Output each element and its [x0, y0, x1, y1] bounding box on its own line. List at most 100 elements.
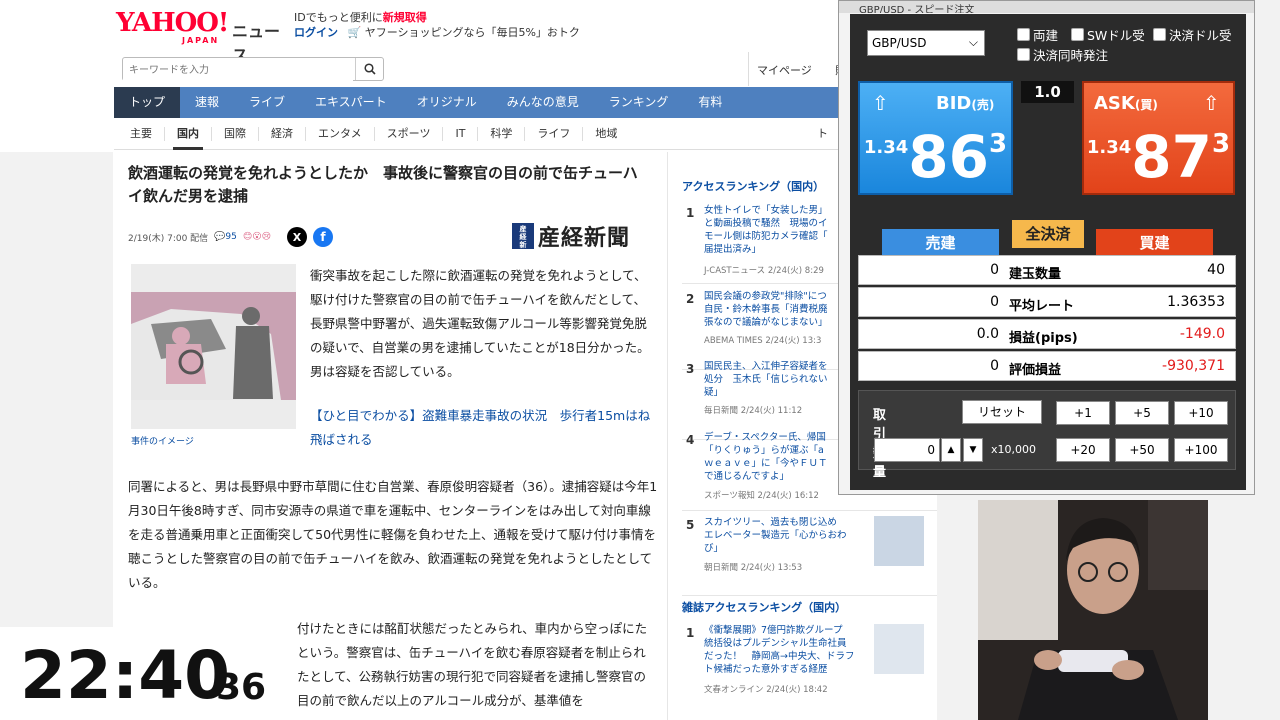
buy-open-button[interactable]: 買建 [1096, 229, 1213, 257]
qty-plus-100-button[interactable]: +100 [1174, 438, 1228, 462]
gnav-ranking[interactable]: ランキング [594, 87, 684, 118]
shopping-promo-link[interactable]: ヤフーショッピングなら「毎日5%」おトク [365, 26, 580, 39]
ranking-source: 文春オンライン 2/24(火) 18:42 [704, 685, 828, 695]
cat-main[interactable]: 主要 [114, 127, 164, 141]
facebook-share-icon[interactable]: f [313, 227, 333, 247]
sell-value: 0 [990, 358, 999, 374]
option-settle-usd[interactable]: 決済ドル受 [1153, 25, 1232, 44]
qty-plus-10-button[interactable]: +10 [1174, 401, 1228, 425]
checkbox[interactable] [1017, 48, 1030, 61]
ranking-heading: アクセスランキング（国内） [682, 180, 825, 193]
row-label: 平均レート [1009, 299, 1075, 314]
ranking-source: ABEMA TIMES 2/24(火) 13:3 [704, 336, 822, 346]
close-all-button[interactable]: 全決済 [1012, 220, 1084, 248]
ranking-number: 1 [686, 626, 695, 640]
qty-up-icon[interactable]: ▲ [941, 438, 961, 462]
source-name: 産経新聞 [538, 225, 631, 251]
search-input[interactable] [123, 59, 353, 82]
sankei-mark-icon: 産経新 [512, 223, 534, 249]
option-label: 両建 [1033, 28, 1059, 43]
option-sw-usd[interactable]: SWドル受 [1071, 25, 1145, 44]
qty-plus-20-button[interactable]: +20 [1056, 438, 1110, 462]
currency-pair-select[interactable]: GBP/USD ⌵ [867, 30, 985, 56]
qty-plus-1-button[interactable]: +1 [1056, 401, 1110, 425]
mypage-link[interactable]: マイページ 購 [748, 52, 848, 86]
search-button[interactable] [355, 58, 383, 80]
cat-domestic[interactable]: 国内 [164, 126, 211, 150]
ranking-source: 毎日新聞 2/24(火) 11:12 [704, 406, 803, 416]
magazine-ranking-heading: 雑誌アクセスランキング（国内） [682, 601, 847, 614]
option-simultaneous[interactable]: 決済同時発注 [1017, 45, 1108, 64]
related-article-link[interactable]: 【ひと目でわかる】盗難車暴走事故の状況 歩行者15mはね飛ばされる [310, 404, 655, 452]
ranking-source: 朝日新聞 2/24(火) 13:53 [704, 563, 803, 573]
webcam-overlay [978, 500, 1208, 720]
cat-entertainment[interactable]: エンタメ [305, 126, 374, 141]
login-link[interactable]: ログイン [294, 26, 338, 39]
buy-value: 40 [1207, 262, 1225, 278]
option-label: 決済ドル受 [1169, 28, 1232, 43]
sell-value: 0 [990, 262, 999, 278]
car-illustration [131, 264, 296, 429]
comment-icon: 💬 [214, 232, 226, 242]
clock-hours-minutes: 22:40 [20, 637, 231, 714]
position-row: 0 建玉数量 40 [858, 255, 1236, 285]
gnav-top[interactable]: トップ [114, 87, 181, 118]
qty-plus-5-button[interactable]: +5 [1115, 401, 1169, 425]
article-date: 2/19(木) 7:00 配信 [128, 233, 209, 244]
streamer-image [978, 500, 1208, 720]
reaction-icons[interactable]: 😊😮😢 [243, 232, 271, 242]
ranking-item[interactable]: 5 スカイツリー、過去も閉じ込め エレベーター製造元「心からおわ び」 朝日新聞… [682, 516, 937, 596]
ask-price: 1.34873 [1084, 123, 1233, 191]
signup-link[interactable]: 新規取得 [383, 11, 427, 24]
checkbox[interactable] [1017, 28, 1030, 41]
promo-signup: IDでもっと便利に新規取得 [294, 9, 427, 25]
cat-life[interactable]: ライフ [524, 126, 582, 141]
global-nav: トップ 速報 ライブ エキスパート オリジナル みんなの意見 ランキング 有料 [114, 87, 840, 118]
gnav-original[interactable]: オリジナル [402, 87, 492, 118]
gnav-breaking[interactable]: 速報 [180, 87, 234, 118]
position-row: 0.0 損益(pips) -149.0 [858, 319, 1236, 349]
comment-number: 95 [225, 232, 237, 242]
x-share-icon[interactable]: X [287, 227, 307, 247]
checkbox[interactable] [1153, 28, 1166, 41]
ranking-number: 1 [686, 206, 695, 220]
source-logo[interactable]: 産経新 産経新聞 [512, 220, 630, 252]
quantity-multiplier: x10,000 [991, 443, 1036, 456]
cat-sports[interactable]: スポーツ [373, 126, 443, 141]
checkbox[interactable] [1071, 28, 1084, 41]
magazine-ranking-item[interactable]: 1 《衝撃展開》7億円詐欺グループ 統括役はプルデンシャル生命社員 だった！ 静… [682, 624, 937, 704]
logo-yahoo: YAHOO! [116, 8, 229, 38]
qty-plus-50-button[interactable]: +50 [1115, 438, 1169, 462]
ask-button[interactable]: ASK(買) ⇧ 1.34873 [1082, 81, 1235, 195]
gnav-opinion[interactable]: みんなの意見 [492, 87, 594, 118]
option-hedge[interactable]: 両建 [1017, 25, 1058, 44]
cat-science[interactable]: 科学 [477, 126, 524, 141]
cart-icon: 🛒 [347, 26, 362, 39]
sell-open-button[interactable]: 売建 [882, 229, 999, 257]
comment-count[interactable]: 💬95 [214, 232, 237, 242]
article-image[interactable] [131, 264, 296, 429]
cat-economy[interactable]: 経済 [258, 126, 305, 141]
bid-button[interactable]: ⇧ BID(売) 1.34863 [858, 81, 1013, 195]
cat-international[interactable]: 国際 [211, 126, 258, 141]
logo-japan: JAPAN [182, 36, 220, 45]
gnav-live[interactable]: ライブ [234, 87, 300, 118]
search-icon [363, 63, 376, 75]
gnav-paid[interactable]: 有料 [683, 87, 737, 118]
clock-seconds: 36 [216, 667, 267, 708]
reset-button[interactable]: リセット [962, 400, 1042, 424]
screen: YAHOO! JAPAN ニュース IDでもっと便利に新規取得 ログイン 🛒 ヤ… [0, 0, 1280, 720]
fx-title-bar: GBP/USD - スピード注文 [839, 1, 1254, 13]
yahoo-news-logo[interactable]: YAHOO! JAPAN ニュース [116, 8, 286, 65]
ranking-thumbnail [874, 624, 924, 674]
quantity-input[interactable]: 0 [874, 438, 940, 462]
qty-down-icon[interactable]: ▼ [963, 438, 983, 462]
currency-pair-value: GBP/USD [872, 36, 927, 50]
category-nav: 主要 国内 国際 経済 エンタメ スポーツ IT 科学 ライフ 地域 ト [114, 118, 840, 150]
gnav-expert[interactable]: エキスパート [300, 87, 402, 118]
row-label: 損益(pips) [1009, 331, 1078, 346]
cat-topics[interactable]: ト [805, 127, 840, 141]
cat-it[interactable]: IT [442, 126, 477, 141]
ranking-thumbnail [874, 516, 924, 566]
cat-region[interactable]: 地域 [582, 126, 629, 141]
